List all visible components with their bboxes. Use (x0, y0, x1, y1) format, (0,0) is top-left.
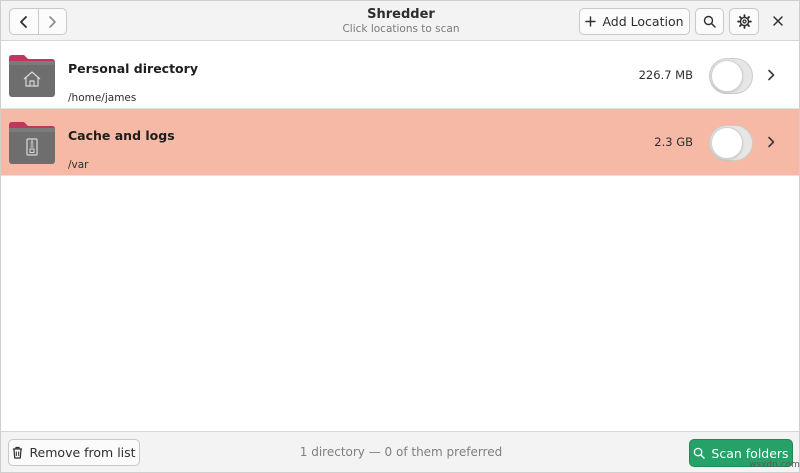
shredder-window: Shredder Click locations to scan Add Loc… (0, 0, 800, 473)
search-icon (694, 447, 706, 459)
watermark: wsxdn.com (749, 460, 800, 470)
window-title: Shredder (367, 7, 435, 22)
remove-from-list-label: Remove from list (29, 445, 136, 460)
close-button[interactable] (769, 12, 787, 30)
settings-button[interactable] (729, 8, 759, 35)
add-location-label: Add Location (602, 14, 684, 29)
add-location-button[interactable]: Add Location (579, 8, 690, 35)
location-name: Personal directory (68, 61, 198, 76)
location-row-cache-and-logs[interactable]: Cache and logs /var 2.3 GB (1, 109, 799, 176)
search-button[interactable] (695, 8, 724, 35)
title-area: Shredder Click locations to scan (301, 7, 501, 36)
location-path: /var (68, 159, 89, 171)
remove-from-list-button[interactable]: Remove from list (8, 439, 140, 466)
location-path: /home/james (68, 92, 137, 104)
location-row-personal-directory[interactable]: Personal directory /home/james 226.7 MB (1, 42, 799, 109)
location-toggle[interactable] (709, 58, 753, 94)
gear-icon (736, 14, 752, 29)
row-chevron-right-icon[interactable] (765, 135, 777, 149)
archive-folder-icon (9, 122, 55, 164)
chevron-right-icon (49, 15, 57, 28)
home-folder-icon (9, 55, 55, 97)
location-size: 2.3 GB (654, 135, 693, 149)
header-bar: Shredder Click locations to scan Add Loc… (1, 1, 799, 41)
chevron-left-icon (20, 15, 27, 28)
toggle-knob (711, 60, 743, 92)
scan-folders-label: Scan folders (711, 445, 789, 461)
location-size: 226.7 MB (638, 68, 693, 82)
plus-icon (585, 16, 597, 27)
location-list: Personal directory /home/james 226.7 MB … (1, 42, 799, 176)
status-text: 1 directory — 0 of them preferred (299, 445, 503, 459)
back-button[interactable] (10, 9, 38, 34)
search-icon (703, 15, 716, 28)
row-chevron-right-icon[interactable] (765, 68, 777, 82)
window-subtitle: Click locations to scan (342, 23, 460, 35)
close-icon (773, 16, 783, 26)
toggle-knob (711, 127, 743, 159)
location-name: Cache and logs (68, 128, 175, 143)
location-toggle[interactable] (709, 125, 753, 161)
navigation-buttons (9, 8, 67, 35)
forward-button[interactable] (37, 9, 66, 34)
bottom-bar: Remove from list 1 directory — 0 of them… (1, 431, 799, 472)
trash-icon (13, 446, 23, 459)
